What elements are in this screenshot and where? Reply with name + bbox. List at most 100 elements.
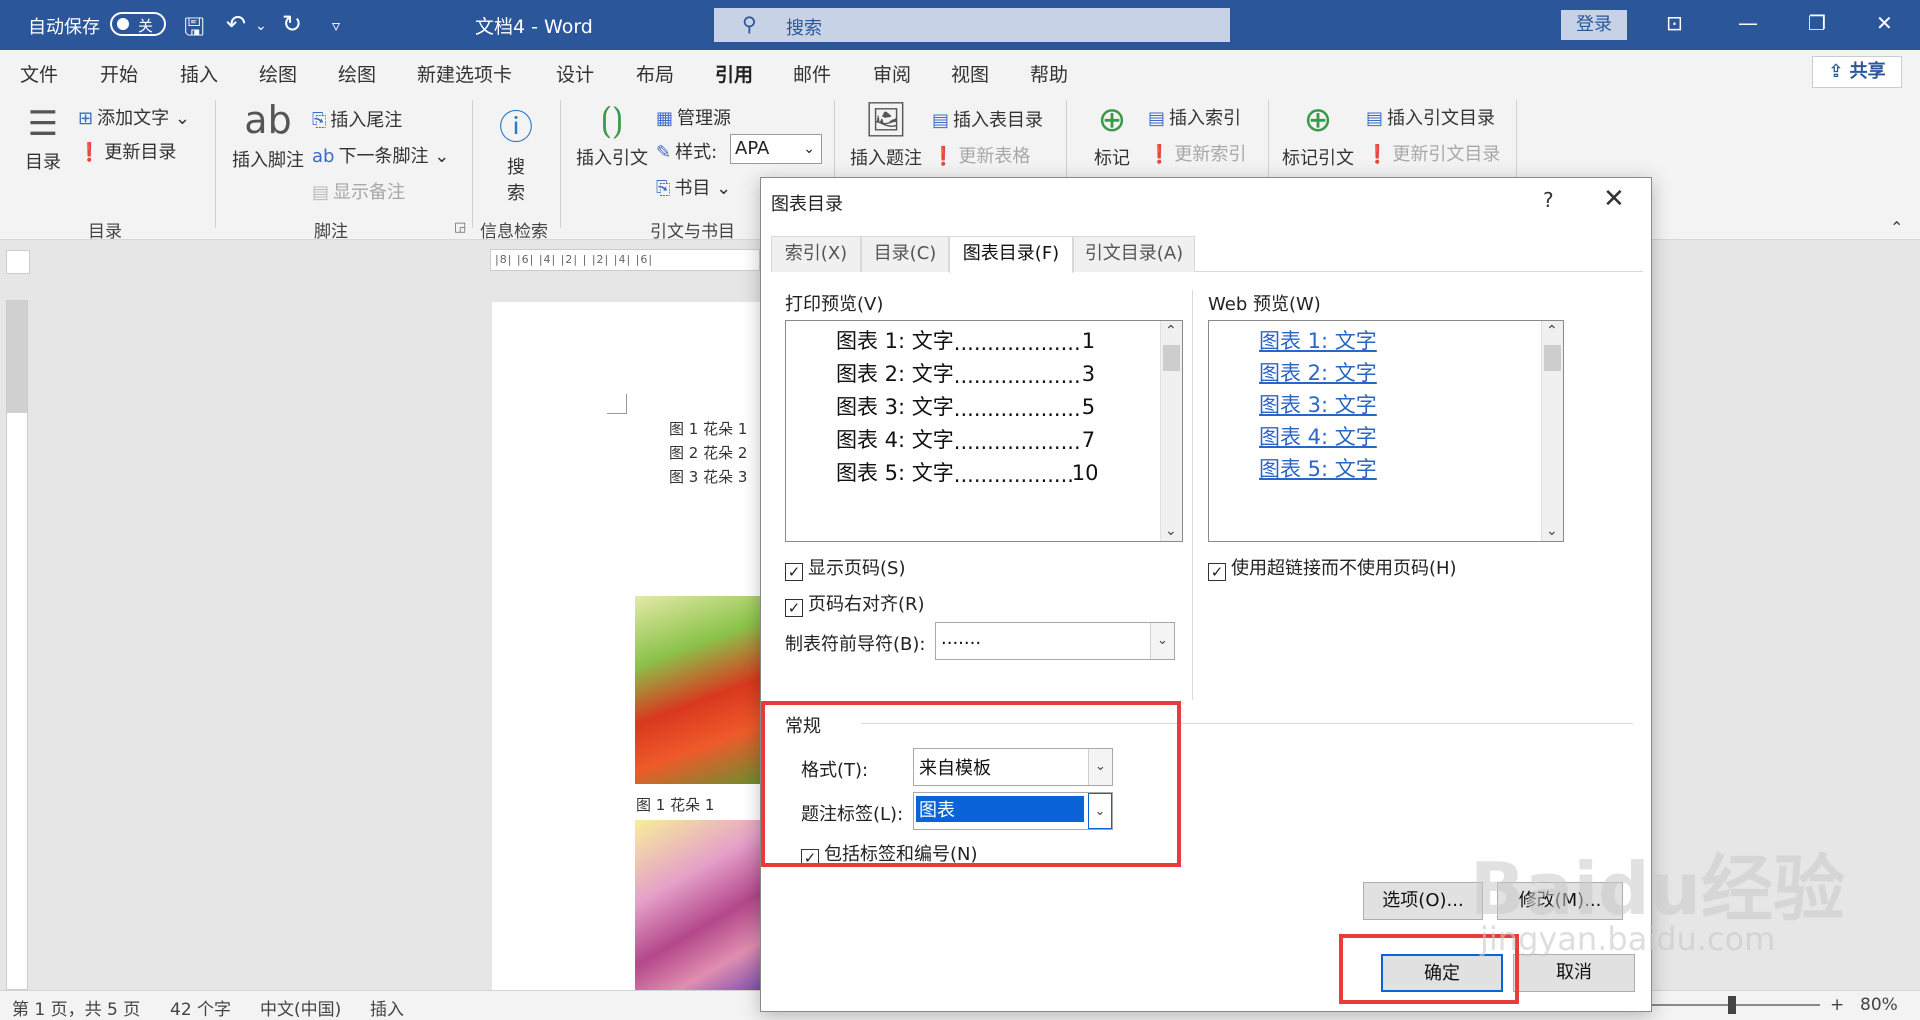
print-preview-box[interactable]: 图表 1: 文字................................…: [785, 320, 1183, 542]
tab-help[interactable]: 帮助: [1030, 60, 1068, 87]
web-preview-box[interactable]: 图表 1: 文字 图表 2: 文字 图表 3: 文字 图表 4: 文字 图表 5…: [1208, 320, 1564, 542]
web-preview-scrollbar[interactable]: ⌃ ⌄: [1541, 321, 1563, 541]
customize-toolbar-icon[interactable]: ▿: [332, 16, 340, 35]
search-research-button[interactable]: ⓘ 搜 索: [488, 100, 544, 205]
scroll-thumb[interactable]: [1163, 345, 1180, 371]
show-page-numbers-checkbox[interactable]: ✓ 显示页码(S): [785, 554, 905, 581]
tab-view[interactable]: 视图: [951, 60, 989, 87]
web-preview-link[interactable]: 图表 3: 文字: [1259, 389, 1377, 419]
undo-icon[interactable]: ↶: [226, 10, 246, 38]
help-icon[interactable]: ?: [1543, 188, 1554, 212]
insert-toa-button[interactable]: ▤ 插入引文目录: [1366, 104, 1495, 130]
zoom-in-icon[interactable]: +: [1830, 995, 1844, 1015]
mark-entry-button[interactable]: ⊕ 标记: [1080, 100, 1144, 170]
flower-image-2[interactable]: [635, 820, 762, 990]
tab-design[interactable]: 设计: [556, 60, 594, 87]
zoom-slider-thumb[interactable]: [1728, 996, 1736, 1014]
login-button[interactable]: 登录: [1561, 10, 1627, 40]
scroll-up-icon[interactable]: ⌃: [1165, 323, 1177, 339]
tab-review[interactable]: 审阅: [873, 60, 911, 87]
tab-draw[interactable]: 绘图: [259, 60, 297, 87]
page-count[interactable]: 第 1 页，共 5 页: [12, 995, 140, 1020]
scroll-thumb[interactable]: [1544, 345, 1561, 371]
insert-endnote-button[interactable]: ⎘ 插入尾注: [312, 106, 402, 132]
bibliography-button[interactable]: ⎘ 书目 ⌄: [656, 174, 731, 200]
close-icon[interactable]: ✕: [1603, 184, 1625, 214]
undo-dropdown-icon[interactable]: ⌄: [255, 18, 267, 34]
print-preview-scrollbar[interactable]: ⌃ ⌄: [1160, 321, 1182, 541]
add-text-button[interactable]: ⊞ 添加文字 ⌄: [78, 104, 190, 130]
minimize-icon[interactable]: —: [1738, 11, 1758, 35]
tab-table-of-figures[interactable]: 图表目录(F): [949, 236, 1073, 273]
autosave-toggle[interactable]: 关: [110, 12, 166, 36]
update-index-button[interactable]: ❗ 更新索引: [1148, 140, 1246, 166]
scroll-down-icon[interactable]: ⌄: [1546, 523, 1558, 539]
citation-icon: ⟮⟯: [600, 100, 624, 140]
web-preview-link[interactable]: 图表 1: 文字: [1259, 325, 1377, 355]
tab-new-tab[interactable]: 新建选项卡: [417, 60, 512, 87]
update-toa-button[interactable]: ❗ 更新引文目录: [1366, 140, 1500, 166]
insert-caption-button[interactable]: 🖼 插入题注: [846, 100, 926, 170]
scroll-down-icon[interactable]: ⌄: [1165, 523, 1177, 539]
language[interactable]: 中文(中国): [260, 995, 341, 1020]
flower-image-1[interactable]: [635, 596, 762, 784]
style-label: ✎ 样式:: [656, 138, 717, 164]
footnote-dialog-launcher-icon[interactable]: ◲: [454, 220, 466, 235]
next-footnote-button[interactable]: ab 下一条脚注 ⌄: [312, 142, 449, 168]
figure-caption-1: 图 1 花朵 1: [636, 796, 715, 814]
tab-insert[interactable]: 插入: [180, 60, 218, 87]
search-box[interactable]: ⚲ 搜索: [714, 8, 1230, 42]
tab-mailings[interactable]: 邮件: [793, 60, 831, 87]
manage-sources-label: 管理源: [677, 108, 732, 129]
insert-footnote-button[interactable]: ab 插入脚注: [228, 98, 308, 172]
tab-index[interactable]: 索引(X): [771, 236, 861, 272]
share-icon: ⇪: [1828, 61, 1850, 82]
use-hyperlinks-checkbox[interactable]: ✓ 使用超链接而不使用页码(H): [1208, 554, 1457, 581]
insert-index-button[interactable]: ▤ 插入索引: [1148, 104, 1241, 130]
tab-draw-2[interactable]: 绘图: [338, 60, 376, 87]
zoom-level[interactable]: 80%: [1860, 995, 1898, 1015]
tab-file[interactable]: 文件: [20, 60, 58, 87]
insert-table-of-figures-button[interactable]: ▤ 插入表目录: [932, 106, 1043, 132]
tab-toc[interactable]: 目录(C): [861, 236, 949, 272]
collapse-ribbon-icon[interactable]: ⌃: [1890, 218, 1903, 237]
vertical-ruler[interactable]: [6, 300, 28, 990]
share-button[interactable]: ⇪ 共享: [1812, 56, 1902, 88]
horizontal-ruler[interactable]: |8| |6| |4| |2| | |2| |4| |6|: [490, 249, 760, 271]
manage-sources-button[interactable]: ▦ 管理源: [656, 104, 731, 130]
cancel-button[interactable]: 取消: [1513, 954, 1635, 992]
tab-table-of-authorities[interactable]: 引文目录(A): [1073, 236, 1195, 272]
update-toc-button[interactable]: ❗ 更新目录: [78, 138, 176, 164]
citation-style-select[interactable]: APA ⌄: [730, 134, 822, 164]
save-icon[interactable]: 🖫: [184, 10, 204, 51]
web-preview-link[interactable]: 图表 5: 文字: [1259, 453, 1377, 483]
scroll-up-icon[interactable]: ⌃: [1546, 323, 1558, 339]
tab-selector[interactable]: [6, 250, 30, 274]
restore-icon[interactable]: ❐: [1808, 11, 1826, 35]
checkbox-checked-icon: ✓: [785, 563, 803, 581]
style-text: 样式:: [675, 142, 718, 163]
tab-home[interactable]: 开始: [100, 60, 138, 87]
ribbon-display-icon[interactable]: ⊡: [1666, 11, 1683, 35]
tab-references[interactable]: 引用: [715, 60, 754, 95]
show-notes-button[interactable]: ▤ 显示备注: [312, 178, 405, 204]
insert-citation-button[interactable]: ⟮⟯ 插入引文: [574, 100, 650, 170]
mark-citation-button[interactable]: ⊕ 标记引文: [1280, 100, 1356, 170]
close-window-icon[interactable]: ✕: [1876, 11, 1893, 35]
redo-icon[interactable]: ↻: [282, 10, 302, 38]
web-preview-link[interactable]: 图表 4: 文字: [1259, 421, 1377, 451]
toc-line-1[interactable]: 图 1 花朵 1: [669, 418, 747, 439]
web-preview-link[interactable]: 图表 2: 文字: [1259, 357, 1377, 387]
right-align-checkbox[interactable]: ✓ 页码右对齐(R): [785, 590, 925, 617]
update-table-button[interactable]: ❗ 更新表格: [932, 142, 1030, 168]
toc-line-3[interactable]: 图 3 花朵 3: [669, 466, 747, 487]
autosave-label: 自动保存: [28, 17, 100, 38]
tab-leader-select[interactable]: ....... ⌄: [935, 622, 1175, 660]
toc-button[interactable]: ☰ 目录: [20, 104, 66, 174]
word-count[interactable]: 42 个字: [170, 995, 231, 1020]
toc-line-2[interactable]: 图 2 花朵 2: [669, 442, 747, 463]
options-button[interactable]: 选项(O)...: [1363, 882, 1483, 920]
research-label-2: 索: [507, 183, 525, 204]
input-mode[interactable]: 插入: [370, 995, 404, 1020]
tab-layout[interactable]: 布局: [636, 60, 674, 87]
